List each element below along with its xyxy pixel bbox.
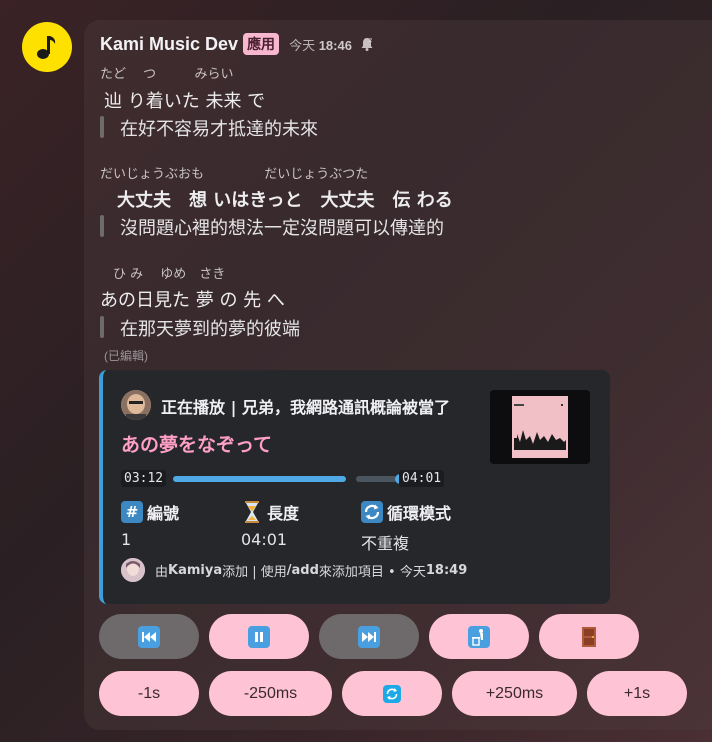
door-icon — [578, 626, 600, 648]
adder-face-icon — [121, 558, 145, 582]
seek-back-1s-button[interactable]: -1s — [99, 671, 199, 716]
field-length: 長度 04:01 — [241, 500, 299, 549]
lyric-japanese-2: 大丈夫 想 いはきっと 大丈夫 伝 わる — [117, 190, 453, 211]
progress-remaining — [356, 476, 397, 482]
footer-prefix: 由 — [155, 564, 169, 580]
footer-command: /add — [286, 562, 319, 578]
sync-button[interactable] — [342, 671, 442, 716]
footer-user: Kamiya — [168, 562, 223, 578]
leave-button[interactable] — [539, 614, 639, 659]
music-note-icon — [37, 36, 56, 59]
seek-forward-250ms-button[interactable]: +250ms — [452, 671, 577, 716]
repeat-icon — [361, 501, 383, 523]
album-thumbnail[interactable] — [490, 390, 590, 464]
adder-avatar — [121, 558, 145, 582]
sync-arrows-icon — [383, 684, 401, 703]
embed-footer: 由 Kamiya 添加 | 使用 /add 來添加項目 • 今天 18:49 — [121, 558, 467, 582]
playback-progress[interactable]: 03:12 04:01 — [121, 470, 451, 490]
message-timestamp: 今天 18:46 — [289, 35, 352, 54]
field-number-value: 1 — [121, 530, 132, 549]
field-loop-mode-label: 循環模式 — [387, 504, 452, 523]
message-header: Kami Music Dev 應用 今天 18:46 z — [100, 33, 375, 55]
pause-button[interactable] — [209, 614, 309, 659]
elapsed-time: 03:12 — [121, 470, 167, 487]
lyric-chinese-3: 在那天夢到的夢的彼端 — [100, 315, 300, 341]
field-length-value: 04:01 — [241, 530, 288, 549]
next-button[interactable] — [319, 614, 419, 659]
app-badge: 應用 — [243, 33, 280, 55]
seek-back-250ms-button[interactable]: -250ms — [209, 671, 332, 716]
song-title[interactable]: あの夢をなぞって — [121, 430, 272, 457]
svg-text:z: z — [369, 37, 372, 44]
lyric-chinese-1: 在好不容易才抵達的未來 — [100, 115, 318, 141]
field-loop-mode-value: 不重複 — [361, 534, 410, 553]
timestamp-time: 18:46 — [318, 37, 352, 53]
author-name[interactable]: Kami Music Dev — [100, 34, 238, 55]
progress-fill — [173, 476, 346, 482]
lyric-ruby-1: たど つ みらい — [100, 67, 234, 82]
field-loop-mode: 循環模式 不重複 — [361, 500, 451, 554]
edited-label: (已編輯) — [104, 349, 148, 363]
field-length-label: 長度 — [267, 504, 300, 523]
lyric-japanese-3: あの日見た 夢 の 先 へ — [100, 290, 285, 311]
footer-middle: 添加 | 使用 — [222, 564, 287, 580]
lyric-ruby-2: だいじょうぶおも だいじょうぶつた — [100, 167, 369, 182]
now-playing-title: 正在播放 | 兄弟，我網路通訊概論被當了 — [161, 398, 450, 417]
footer-suffix: 來添加項目 • 今天 — [318, 564, 426, 580]
previous-button[interactable] — [99, 614, 199, 659]
requester-avatar — [121, 390, 151, 420]
total-time: 04:01 — [399, 470, 445, 487]
album-cover-image — [490, 390, 590, 464]
field-number-label: 編號 — [147, 504, 180, 523]
trash-person-icon — [468, 625, 490, 648]
lyric-japanese-1: 辿 り着いた 未来 で — [104, 91, 266, 112]
clear-queue-button[interactable] — [429, 614, 529, 659]
hourglass-icon — [241, 501, 263, 523]
footer-time: 18:49 — [425, 562, 468, 578]
person-face-icon — [121, 390, 151, 420]
silent-bell-icon: z — [361, 37, 373, 51]
pause-icon — [248, 625, 270, 648]
previous-track-icon — [138, 625, 160, 648]
now-playing-embed: 正在播放 | 兄弟，我網路通訊概論被當了 あの夢をなぞって 03:12 04:0… — [99, 370, 610, 604]
lyric-chinese-2: 沒問題心裡的想法一定沒問題可以傳達的 — [100, 214, 444, 240]
next-track-icon — [358, 625, 380, 648]
field-number: # 編號 1 — [121, 500, 179, 549]
lyric-ruby-3: ひ み ゆめ さき — [100, 267, 226, 282]
timestamp-day: 今天 — [289, 37, 316, 53]
seek-forward-1s-button[interactable]: +1s — [587, 671, 687, 716]
hash-icon: # — [121, 501, 143, 523]
bot-avatar[interactable] — [22, 22, 72, 72]
